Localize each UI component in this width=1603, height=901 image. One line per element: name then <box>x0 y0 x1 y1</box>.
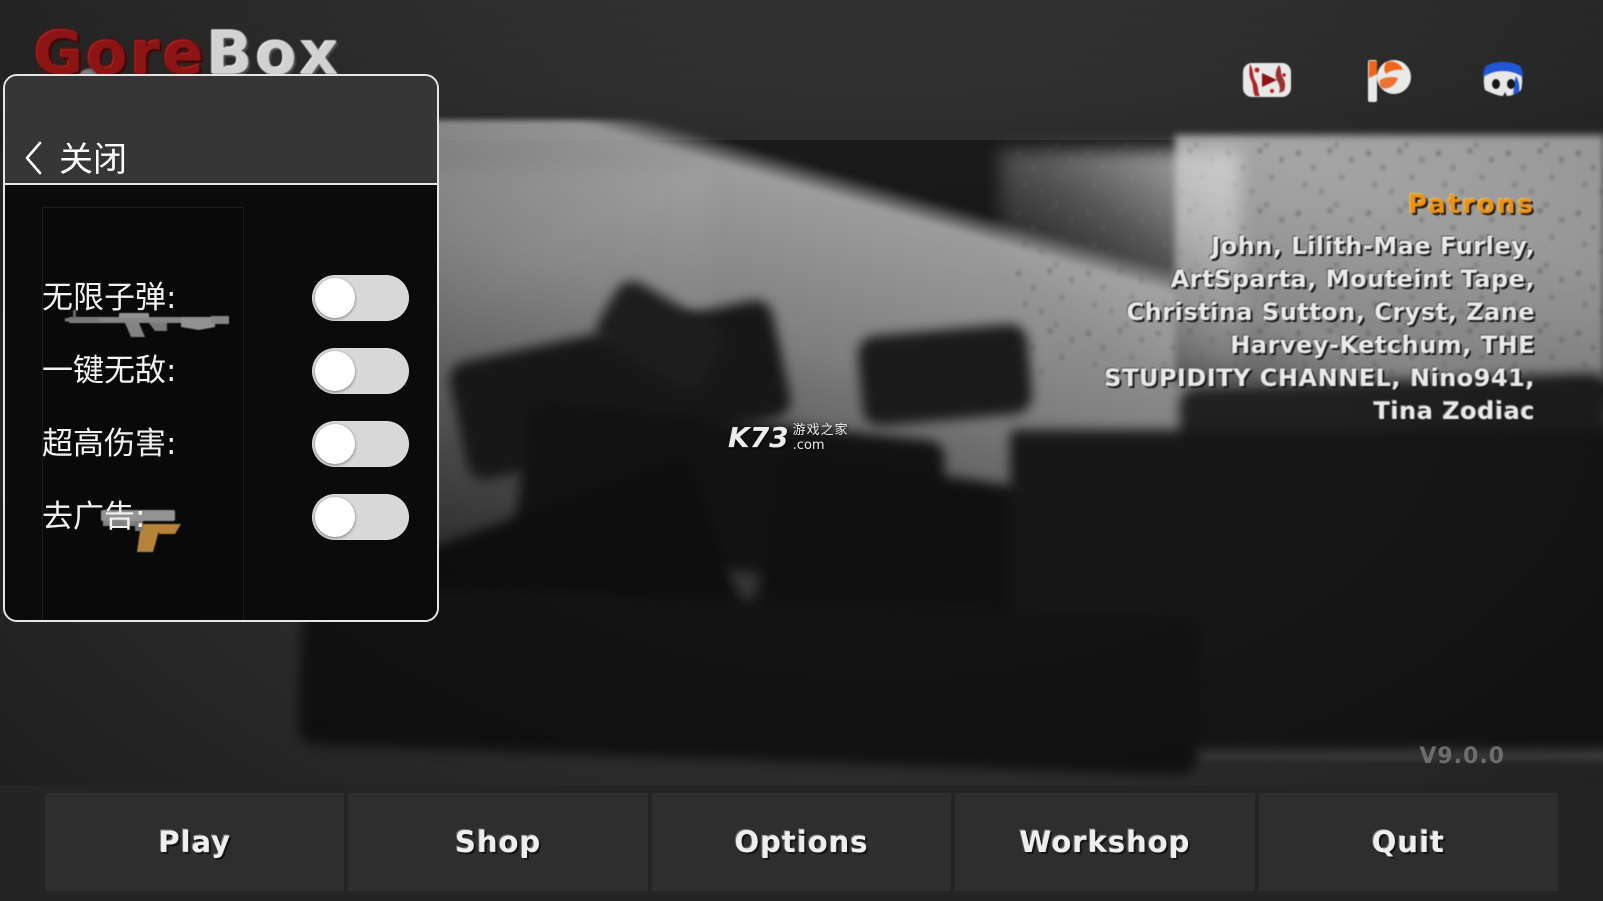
cheat-row-super-high-damage: 超高伤害: <box>5 416 437 472</box>
toggle-knob <box>315 278 355 318</box>
cheat-toggle-remove-ads[interactable] <box>312 494 409 540</box>
cheat-label-one-click-invincible: 一键无敌: <box>42 352 177 389</box>
patrons-names: John, Lilith-Mae Furley, ArtSparta, Mout… <box>1104 232 1535 425</box>
cheat-toggle-super-high-damage[interactable] <box>312 421 409 467</box>
menu-button-options[interactable]: Options <box>651 793 952 891</box>
youtube-icon[interactable] <box>1237 50 1297 110</box>
watermark-domain: .com <box>792 438 825 453</box>
cheat-label-remove-ads: 去广告: <box>42 498 146 535</box>
patrons-panel: Patrons John, Lilith-Mae Furley, ArtSpar… <box>1085 190 1535 428</box>
toggle-knob <box>315 497 355 537</box>
site-watermark: K73 游戏之家 .com <box>728 421 849 454</box>
menu-button-shop[interactable]: Shop <box>348 793 648 891</box>
patreon-icon[interactable] <box>1355 50 1415 110</box>
back-chevron-icon[interactable] <box>21 139 47 177</box>
watermark-cn-text: 游戏之家 <box>792 423 849 438</box>
social-links <box>1237 50 1533 110</box>
discord-icon[interactable] <box>1473 50 1533 110</box>
cheat-toggle-infinite-bullets[interactable] <box>312 275 409 321</box>
close-button-label[interactable]: 关闭 <box>59 143 127 177</box>
overlay-header: 关闭 <box>5 76 437 185</box>
toggle-knob <box>315 424 355 464</box>
menu-button-play[interactable]: Play <box>45 793 345 891</box>
cheat-toggle-one-click-invincible[interactable] <box>312 348 409 394</box>
watermark-sub: 游戏之家 .com <box>793 424 849 452</box>
cheat-row-one-click-invincible: 一键无敌: <box>5 343 437 399</box>
menu-button-quit[interactable]: Quit <box>1258 793 1559 891</box>
game-main-menu-screen: GoreBox Action, Gore, Sandbox, Community <box>0 0 1603 901</box>
cheat-row-remove-ads: 去广告: <box>5 489 437 545</box>
watermark-brand: K73 <box>728 421 789 454</box>
cheat-toggle-list: 无限子弹: 一键无敌: 超高伤害: 去广告: <box>5 185 437 620</box>
cheat-row-infinite-bullets: 无限子弹: <box>5 270 437 326</box>
menu-button-workshop[interactable]: Workshop <box>955 793 1255 891</box>
version-label: V9.0.0 <box>1419 744 1505 769</box>
cheat-label-super-high-damage: 超高伤害: <box>42 425 177 462</box>
overlay-body: 无限子弹: 一键无敌: 超高伤害: 去广告: <box>5 185 437 620</box>
main-menu-bar: Play Shop Options Workshop Quit <box>0 785 1603 901</box>
toggle-knob <box>315 351 355 391</box>
cheat-overlay-panel: 关闭 无限子弹: 一键无敌: 超高伤害: 去广告: <box>3 74 439 622</box>
cheat-label-infinite-bullets: 无限子弹: <box>42 279 177 316</box>
patrons-title: Patrons <box>1407 190 1535 220</box>
